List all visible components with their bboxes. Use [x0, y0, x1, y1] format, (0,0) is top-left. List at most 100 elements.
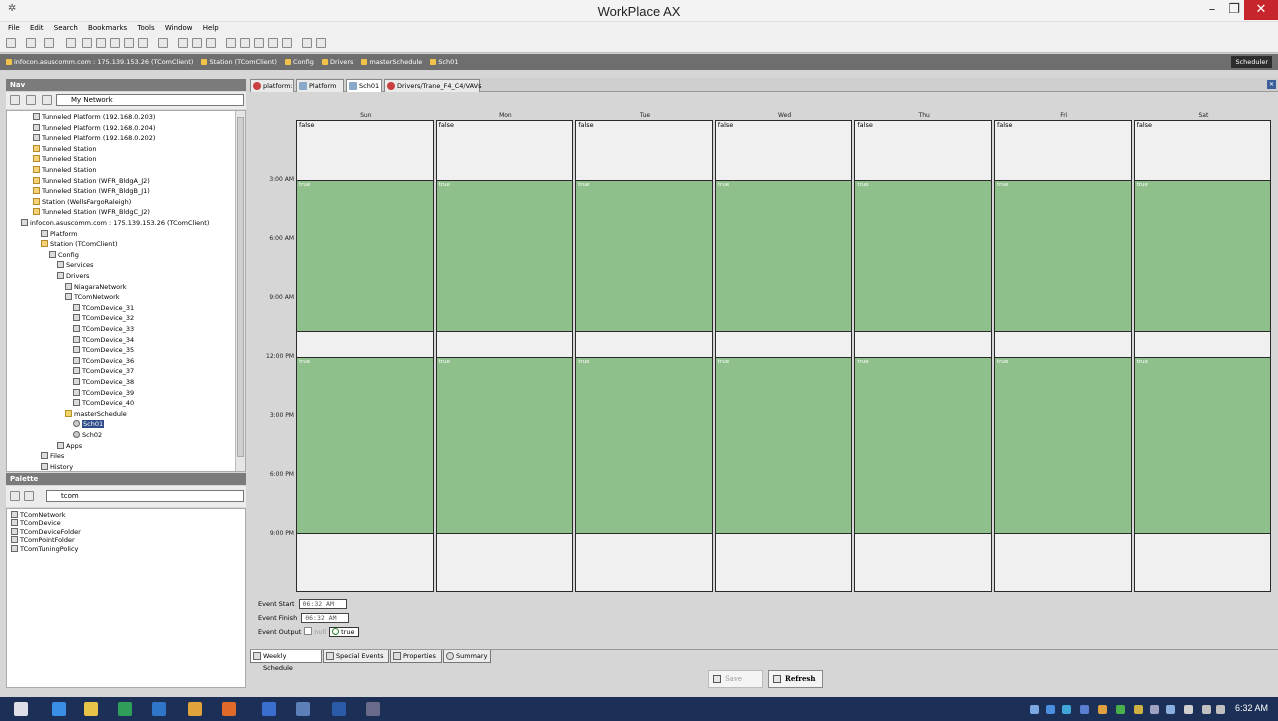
- menu-file[interactable]: File: [8, 24, 20, 32]
- tree-node-tunneled-station-wfr-bldgb-j1[interactable]: Tunneled Station (WFR_BldgB_J1): [33, 187, 150, 196]
- tree-node-sch01[interactable]: Sch01: [73, 420, 105, 429]
- tree-node-tcomdevice-40[interactable]: TComDevice_40: [73, 399, 134, 408]
- tab-sch01[interactable]: Sch01: [346, 79, 382, 92]
- tree-node-station-wellsfargoraleigh[interactable]: Station (WellsFargoRaleigh): [33, 197, 131, 207]
- tab-summary[interactable]: Summary: [443, 650, 491, 663]
- home-icon[interactable]: [82, 38, 92, 48]
- tree-node-platform[interactable]: Platform: [41, 229, 77, 239]
- day-column-sun[interactable]: false true true: [296, 120, 434, 592]
- breadcrumb-config[interactable]: Config: [285, 54, 314, 70]
- open-palette-icon[interactable]: [10, 491, 20, 501]
- stop-icon[interactable]: [124, 38, 134, 48]
- close-palette-icon[interactable]: [24, 491, 34, 501]
- tree-node-drivers[interactable]: Drivers: [57, 272, 89, 281]
- palette-select[interactable]: tcom: [46, 490, 244, 502]
- palette-item-tcomtuningpolicy[interactable]: TComTuningPolicy: [11, 544, 78, 554]
- tree-node-apps[interactable]: Apps: [57, 441, 82, 451]
- app-misc-icon[interactable]: [366, 702, 380, 716]
- menu-edit[interactable]: Edit: [30, 24, 44, 32]
- tree-node-tunneled-station[interactable]: Tunneled Station: [33, 166, 96, 175]
- save-all-icon[interactable]: [192, 38, 202, 48]
- tree-node-files[interactable]: Files: [41, 452, 64, 461]
- output-value-field[interactable]: true: [329, 627, 360, 637]
- explorer-icon[interactable]: [84, 702, 98, 716]
- refresh-icon[interactable]: [110, 38, 120, 48]
- schedule-event-block[interactable]: true: [1134, 357, 1271, 534]
- menu-tools[interactable]: Tools: [137, 24, 154, 32]
- breadcrumb-host[interactable]: infocon.asuscomm.com : 175.139.153.26 (T…: [6, 54, 193, 70]
- close-button[interactable]: ✕: [1244, 0, 1278, 20]
- nav-scroll-thumb[interactable]: [237, 117, 244, 457]
- breadcrumb-sch01[interactable]: Sch01: [430, 54, 458, 70]
- undo-icon[interactable]: [302, 38, 312, 48]
- network-icon[interactable]: [1202, 705, 1211, 714]
- schedule-event-block[interactable]: true: [1134, 180, 1271, 333]
- schedule-event-block[interactable]: true: [576, 357, 712, 534]
- schedule-event-block[interactable]: true: [995, 357, 1131, 534]
- day-column-thu[interactable]: false true true: [854, 120, 992, 592]
- tree-node-tunneled-station[interactable]: Tunneled Station: [33, 144, 96, 154]
- tray-icon-8[interactable]: [1166, 705, 1175, 714]
- copy-icon[interactable]: [240, 38, 250, 48]
- refresh-button[interactable]: Refresh: [768, 670, 823, 688]
- tray-icon-4[interactable]: [1098, 705, 1107, 714]
- tree-node-tunneled-platform-192-168-0-204[interactable]: Tunneled Platform (192.168.0.204): [33, 123, 155, 133]
- event-start-field[interactable]: 06:32 AM: [298, 599, 347, 609]
- tree-node-tcomdevice-34[interactable]: TComDevice_34: [73, 335, 134, 345]
- tree-node-masterschedule[interactable]: masterSchedule: [65, 409, 127, 419]
- schedule-event-block[interactable]: true: [855, 357, 991, 534]
- app-green-icon[interactable]: [118, 702, 132, 716]
- signal-icon[interactable]: [1216, 705, 1225, 714]
- tree-node-sch02[interactable]: Sch02: [73, 431, 102, 440]
- menu-help[interactable]: Help: [203, 24, 219, 32]
- cut-icon[interactable]: [226, 38, 236, 48]
- breadcrumb-station[interactable]: Station (TComClient): [201, 54, 277, 70]
- tray-icon-6[interactable]: [1134, 705, 1143, 714]
- schedule-event-block[interactable]: true: [576, 180, 712, 333]
- tree-node-tcomdevice-38[interactable]: TComDevice_38: [73, 378, 134, 387]
- event-finish-field[interactable]: 06:32 AM: [301, 613, 350, 623]
- tree-node-tcomdevice-32[interactable]: TComDevice_32: [73, 314, 134, 323]
- tree-node-tunneled-station-wfr-bldgc-j2[interactable]: Tunneled Station (WFR_BldgC_J2): [33, 208, 150, 217]
- schedule-event-block[interactable]: true: [715, 180, 852, 333]
- flag-icon[interactable]: [1184, 705, 1193, 714]
- tree-node-tunneled-station-wfr-bldga-j2[interactable]: Tunneled Station (WFR_BldgA_J2): [33, 176, 150, 186]
- menu-window[interactable]: Window: [165, 24, 193, 32]
- tree-node-tcomnetwork[interactable]: TComNetwork: [65, 293, 120, 302]
- schedule-event-block[interactable]: true: [297, 180, 433, 333]
- info-icon[interactable]: [138, 38, 148, 48]
- app-orange-icon[interactable]: [188, 702, 202, 716]
- sync-icon[interactable]: [26, 95, 36, 105]
- tree-node-tunneled-platform-192-168-0-202[interactable]: Tunneled Platform (192.168.0.202): [33, 134, 155, 143]
- app-chrome-icon[interactable]: [262, 702, 276, 716]
- menu-bookmarks[interactable]: Bookmarks: [88, 24, 127, 32]
- app-blue-icon[interactable]: [152, 702, 166, 716]
- day-column-fri[interactable]: false true true: [994, 120, 1132, 592]
- tree-node-niagaranetwork[interactable]: NiagaraNetwork: [65, 282, 127, 292]
- schedule-event-block[interactable]: true: [297, 357, 433, 534]
- tab-platform-conn[interactable]: platform:: [250, 79, 294, 92]
- day-column-tue[interactable]: false true true: [575, 120, 713, 592]
- home-station-icon[interactable]: [96, 38, 106, 48]
- tree-node-config[interactable]: Config: [49, 250, 79, 260]
- day-column-mon[interactable]: false true true: [435, 120, 574, 592]
- tab-drivers-vavs[interactable]: Drivers/Trane_F4_C4/VAVs: [384, 79, 482, 92]
- word-icon[interactable]: [332, 702, 346, 716]
- delete-icon[interactable]: [282, 38, 292, 48]
- duplicate-icon[interactable]: [268, 38, 278, 48]
- tray-icon-2[interactable]: [1062, 705, 1071, 714]
- open-icon[interactable]: [158, 38, 168, 48]
- tree-node-tunneled-platform-192-168-0-203[interactable]: Tunneled Platform (192.168.0.203): [33, 113, 155, 122]
- tree-node-tcomdevice-35[interactable]: TComDevice_35: [73, 346, 134, 355]
- menu-search[interactable]: Search: [54, 24, 78, 32]
- day-column-wed[interactable]: false true true: [714, 120, 853, 592]
- tree-node-tunneled-station[interactable]: Tunneled Station: [33, 155, 96, 164]
- new-tree-icon[interactable]: [10, 95, 20, 105]
- tree-node-tcomdevice-39[interactable]: TComDevice_39: [73, 388, 134, 398]
- browser-icon[interactable]: [52, 702, 66, 716]
- scheduler-view-selector[interactable]: Scheduler: [1231, 56, 1272, 68]
- day-column-sat[interactable]: false true true: [1133, 120, 1272, 592]
- up-icon[interactable]: [44, 38, 54, 48]
- forward-icon[interactable]: [26, 38, 36, 48]
- schedule-event-block[interactable]: true: [855, 180, 991, 333]
